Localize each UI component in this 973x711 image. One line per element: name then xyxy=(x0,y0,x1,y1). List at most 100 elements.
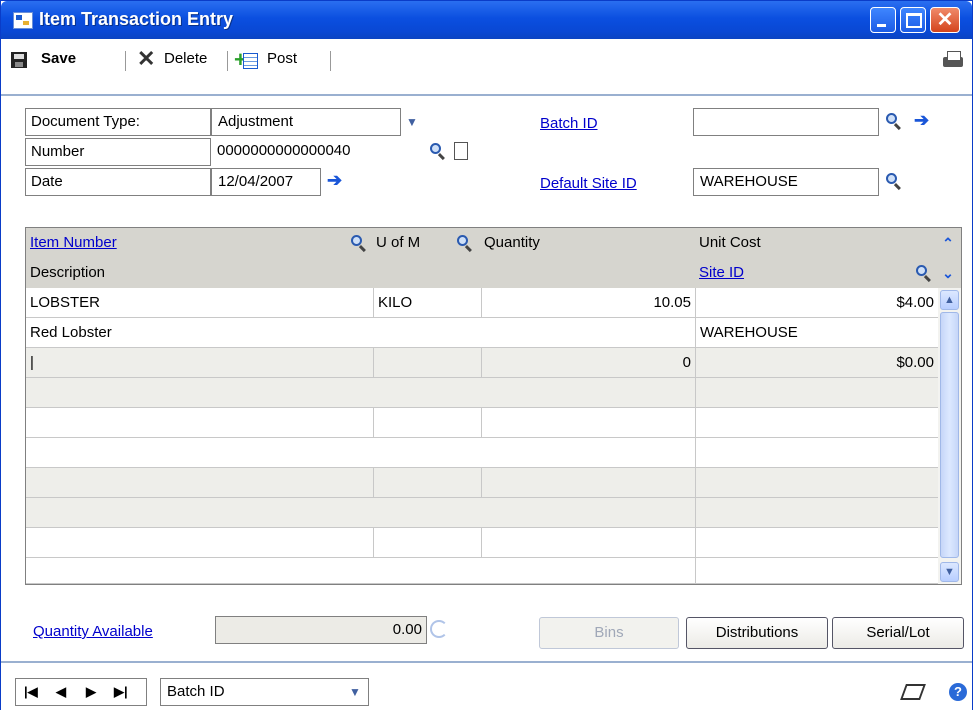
document-type-select[interactable]: Adjustment xyxy=(211,108,401,136)
toolbar-divider xyxy=(1,94,972,96)
collapse-rows-icon[interactable]: ⌃ xyxy=(939,234,957,252)
expand-rows-icon[interactable]: ⌄ xyxy=(939,264,957,282)
next-record-icon[interactable]: ▶ xyxy=(86,679,96,705)
description-cell[interactable]: Red Lobster xyxy=(26,318,696,347)
uofm-cell[interactable]: KILO xyxy=(374,288,482,317)
table-row[interactable] xyxy=(26,528,938,558)
item-number-cell[interactable]: | xyxy=(26,348,374,377)
previous-record-icon[interactable]: ◀ xyxy=(56,679,66,705)
table-row[interactable]: | 0 $0.00 xyxy=(26,348,938,378)
quantity-available-link[interactable]: Quantity Available xyxy=(33,623,153,640)
lookup-icon[interactable] xyxy=(456,234,474,252)
table-row[interactable] xyxy=(26,498,938,528)
site-id-cell[interactable] xyxy=(696,438,938,467)
quantity-cell[interactable]: 10.05 xyxy=(482,288,696,317)
item-number-cell[interactable]: LOBSTER xyxy=(26,288,374,317)
arrow-right-icon[interactable]: ➔ xyxy=(914,111,929,129)
batch-id-link[interactable]: Batch ID xyxy=(540,115,598,132)
scroll-thumb[interactable] xyxy=(940,312,959,558)
lookup-icon[interactable] xyxy=(885,172,903,190)
unit-cost-cell[interactable] xyxy=(696,468,938,497)
item-number-cell[interactable] xyxy=(26,528,374,557)
save-button[interactable]: Save xyxy=(41,47,76,71)
number-field[interactable]: 0000000000000040 xyxy=(211,138,425,166)
quantity-cell[interactable] xyxy=(482,528,696,557)
default-site-id-link[interactable]: Default Site ID xyxy=(540,175,637,192)
delete-icon[interactable]: ✕ xyxy=(137,47,155,71)
scroll-down-icon[interactable]: ▼ xyxy=(940,562,959,582)
scroll-up-icon[interactable]: ▲ xyxy=(940,290,959,310)
site-id-cell[interactable] xyxy=(696,378,938,407)
help-icon[interactable]: ? xyxy=(949,683,967,701)
post-button[interactable]: Post xyxy=(267,47,297,71)
table-row[interactable] xyxy=(26,408,938,438)
close-button[interactable]: ✕ xyxy=(930,7,960,33)
item-transaction-window: Item Transaction Entry ✕ Save ✕ Delete +… xyxy=(0,0,973,711)
arrow-right-icon[interactable]: ➔ xyxy=(327,171,342,189)
delete-button[interactable]: Delete xyxy=(164,47,207,71)
table-row[interactable] xyxy=(26,378,938,408)
close-icon: ✕ xyxy=(936,9,954,31)
site-id-cell[interactable]: WAREHOUSE xyxy=(696,318,938,347)
site-id-cell[interactable] xyxy=(696,558,938,584)
browse-by-select[interactable]: Batch ID xyxy=(160,678,369,706)
table-row[interactable] xyxy=(26,558,938,584)
item-number-cell[interactable] xyxy=(26,468,374,497)
description-cell[interactable] xyxy=(26,498,696,527)
lookup-icon[interactable] xyxy=(885,112,903,130)
table-row[interactable] xyxy=(26,468,938,498)
table-row[interactable]: LOBSTER KILO 10.05 $4.00 xyxy=(26,288,938,318)
description-cell[interactable] xyxy=(26,378,696,407)
table-row[interactable] xyxy=(26,438,938,468)
quantity-available-field: 0.00 xyxy=(215,616,427,644)
lookup-icon[interactable] xyxy=(429,142,447,160)
batch-id-field[interactable] xyxy=(693,108,879,136)
table-row[interactable]: Red Lobster WAREHOUSE xyxy=(26,318,938,348)
status-bar: |◀ ◀ ▶ ▶| Batch ID ▼ ? xyxy=(1,661,972,711)
last-record-icon[interactable]: ▶| xyxy=(114,679,128,705)
chevron-down-icon[interactable]: ▼ xyxy=(345,682,365,702)
chevron-down-icon[interactable]: ▼ xyxy=(402,112,422,132)
grid-scrollbar[interactable]: ▲ ▼ xyxy=(938,288,961,584)
item-number-cell[interactable] xyxy=(26,408,374,437)
site-id-cell[interactable] xyxy=(696,498,938,527)
serial-lot-button[interactable]: Serial/Lot xyxy=(832,617,964,649)
uofm-cell[interactable] xyxy=(374,528,482,557)
uofm-cell[interactable] xyxy=(374,408,482,437)
bins-button[interactable]: Bins xyxy=(539,617,679,649)
unit-cost-cell[interactable] xyxy=(696,408,938,437)
note-icon[interactable] xyxy=(899,681,925,701)
column-item-number[interactable]: Item Number xyxy=(26,228,346,258)
title-bar[interactable]: Item Transaction Entry ✕ xyxy=(1,1,972,39)
quantity-cell[interactable] xyxy=(482,408,696,437)
quantity-cell[interactable] xyxy=(482,468,696,497)
uofm-cell[interactable] xyxy=(374,348,482,377)
column-unit-cost: Unit Cost xyxy=(699,234,761,251)
default-site-id-field[interactable]: WAREHOUSE xyxy=(693,168,879,196)
first-record-icon[interactable]: |◀ xyxy=(24,679,38,705)
maximize-button[interactable] xyxy=(900,7,926,33)
quantity-cell[interactable]: 0 xyxy=(482,348,696,377)
record-navigation[interactable]: |◀ ◀ ▶ ▶| xyxy=(15,678,147,706)
new-document-icon[interactable] xyxy=(454,142,468,160)
date-field[interactable]: 12/04/2007 xyxy=(211,168,321,196)
column-uofm: U of M xyxy=(376,234,421,251)
lookup-icon[interactable] xyxy=(915,264,933,282)
unit-cost-cell[interactable]: $4.00 xyxy=(696,288,938,317)
refresh-icon[interactable] xyxy=(430,620,448,638)
toolbar: Save ✕ Delete + Post xyxy=(1,39,972,95)
unit-cost-cell[interactable] xyxy=(696,528,938,557)
grid-header-row-1: Item Number U of M Quantity Unit Cost ⌃ xyxy=(26,228,961,259)
save-icon[interactable] xyxy=(11,52,27,68)
description-cell[interactable] xyxy=(26,558,696,584)
lookup-icon[interactable] xyxy=(350,234,368,252)
print-icon[interactable] xyxy=(943,51,965,69)
toolbar-separator xyxy=(330,51,331,71)
unit-cost-cell[interactable]: $0.00 xyxy=(696,348,938,377)
column-site-id[interactable]: Site ID xyxy=(695,258,895,288)
uofm-cell[interactable] xyxy=(374,468,482,497)
minimize-button[interactable] xyxy=(870,7,896,33)
distributions-button[interactable]: Distributions xyxy=(686,617,828,649)
post-icon[interactable]: + xyxy=(234,49,258,71)
description-cell[interactable] xyxy=(26,438,696,467)
